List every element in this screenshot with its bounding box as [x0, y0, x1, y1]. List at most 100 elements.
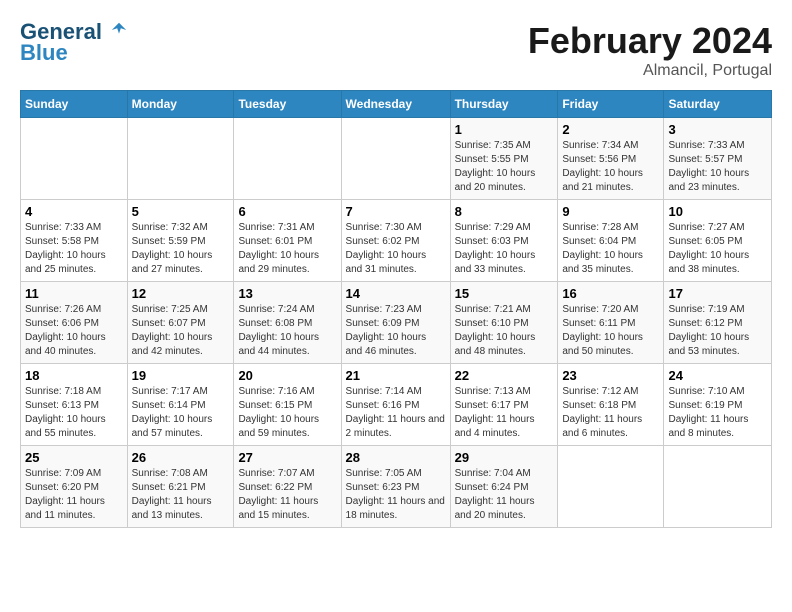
day-info: Sunrise: 7:08 AM Sunset: 6:21 PM Dayligh… [132, 467, 230, 523]
day-number: 8 [455, 204, 554, 219]
day-info: Sunrise: 7:34 AM Sunset: 5:56 PM Dayligh… [562, 139, 659, 195]
calendar-cell: 4 Sunrise: 7:33 AM Sunset: 5:58 PM Daylig… [21, 200, 128, 282]
day-number: 22 [455, 368, 554, 383]
calendar-cell [234, 118, 341, 200]
day-info: Sunrise: 7:32 AM Sunset: 5:59 PM Dayligh… [132, 221, 230, 277]
calendar-cell: 18 Sunrise: 7:18 AM Sunset: 6:13 PM Dayli… [21, 364, 128, 446]
day-info: Sunrise: 7:14 AM Sunset: 6:16 PM Dayligh… [346, 385, 446, 441]
calendar-table: SundayMondayTuesdayWednesdayThursdayFrid… [20, 90, 772, 528]
calendar-cell: 22 Sunrise: 7:13 AM Sunset: 6:17 PM Dayli… [450, 364, 558, 446]
calendar-cell: 9 Sunrise: 7:28 AM Sunset: 6:04 PM Daylig… [558, 200, 664, 282]
calendar-title: February 2024 [528, 20, 772, 62]
day-info: Sunrise: 7:05 AM Sunset: 6:23 PM Dayligh… [346, 467, 446, 523]
calendar-header-row: SundayMondayTuesdayWednesdayThursdayFrid… [21, 91, 772, 118]
calendar-cell: 19Sunrise: 7:17 AM Sunset: 6:14 PM Dayli… [127, 364, 234, 446]
calendar-cell: 23Sunrise: 7:12 AM Sunset: 6:18 PM Dayli… [558, 364, 664, 446]
calendar-week-1: 1 Sunrise: 7:35 AM Sunset: 5:55 PM Daylig… [21, 118, 772, 200]
calendar-cell: 28 Sunrise: 7:05 AM Sunset: 6:23 PM Dayli… [341, 446, 450, 528]
day-number: 7 [346, 204, 446, 219]
day-number: 24 [668, 368, 767, 383]
day-number: 10 [668, 204, 767, 219]
day-number: 29 [455, 450, 554, 465]
calendar-cell: 29 Sunrise: 7:04 AM Sunset: 6:24 PM Dayli… [450, 446, 558, 528]
day-number: 1 [455, 122, 554, 137]
day-info: Sunrise: 7:21 AM Sunset: 6:10 PM Dayligh… [455, 303, 554, 359]
day-number: 21 [346, 368, 446, 383]
day-number: 15 [455, 286, 554, 301]
day-info: Sunrise: 7:27 AM Sunset: 6:05 PM Dayligh… [668, 221, 767, 277]
day-number: 5 [132, 204, 230, 219]
day-info: Sunrise: 7:18 AM Sunset: 6:13 PM Dayligh… [25, 385, 123, 441]
calendar-cell: 25 Sunrise: 7:09 AM Sunset: 6:20 PM Dayli… [21, 446, 128, 528]
day-number: 18 [25, 368, 123, 383]
day-number: 13 [238, 286, 336, 301]
day-number: 3 [668, 122, 767, 137]
day-info: Sunrise: 7:26 AM Sunset: 6:06 PM Dayligh… [25, 303, 123, 359]
day-number: 9 [562, 204, 659, 219]
calendar-cell: 21 Sunrise: 7:14 AM Sunset: 6:16 PM Dayli… [341, 364, 450, 446]
day-number: 12 [132, 286, 230, 301]
calendar-cell: 20Sunrise: 7:16 AM Sunset: 6:15 PM Dayli… [234, 364, 341, 446]
day-info: Sunrise: 7:04 AM Sunset: 6:24 PM Dayligh… [455, 467, 554, 523]
day-info: Sunrise: 7:25 AM Sunset: 6:07 PM Dayligh… [132, 303, 230, 359]
calendar-cell: 6Sunrise: 7:31 AM Sunset: 6:01 PM Daylig… [234, 200, 341, 282]
calendar-cell: 13 Sunrise: 7:24 AM Sunset: 6:08 PM Dayli… [234, 282, 341, 364]
title-block: February 2024 Almancil, Portugal [528, 20, 772, 80]
calendar-cell: 16 Sunrise: 7:20 AM Sunset: 6:11 PM Dayli… [558, 282, 664, 364]
calendar-week-4: 18 Sunrise: 7:18 AM Sunset: 6:13 PM Dayli… [21, 364, 772, 446]
day-number: 16 [562, 286, 659, 301]
calendar-cell: 8 Sunrise: 7:29 AM Sunset: 6:03 PM Daylig… [450, 200, 558, 282]
day-info: Sunrise: 7:35 AM Sunset: 5:55 PM Dayligh… [455, 139, 554, 195]
day-info: Sunrise: 7:20 AM Sunset: 6:11 PM Dayligh… [562, 303, 659, 359]
calendar-cell: 17Sunrise: 7:19 AM Sunset: 6:12 PM Dayli… [664, 282, 772, 364]
day-number: 28 [346, 450, 446, 465]
day-info: Sunrise: 7:10 AM Sunset: 6:19 PM Dayligh… [668, 385, 767, 441]
day-number: 11 [25, 286, 123, 301]
day-number: 17 [668, 286, 767, 301]
header-day-tuesday: Tuesday [234, 91, 341, 118]
logo-bird-icon [110, 21, 128, 39]
day-number: 4 [25, 204, 123, 219]
calendar-cell: 27 Sunrise: 7:07 AM Sunset: 6:22 PM Dayli… [234, 446, 341, 528]
page-header: General Blue February 2024 Almancil, Por… [20, 20, 772, 80]
day-info: Sunrise: 7:31 AM Sunset: 6:01 PM Dayligh… [238, 221, 336, 277]
day-info: Sunrise: 7:24 AM Sunset: 6:08 PM Dayligh… [238, 303, 336, 359]
calendar-cell: 24 Sunrise: 7:10 AM Sunset: 6:19 PM Dayli… [664, 364, 772, 446]
calendar-cell: 10 Sunrise: 7:27 AM Sunset: 6:05 PM Dayli… [664, 200, 772, 282]
day-info: Sunrise: 7:09 AM Sunset: 6:20 PM Dayligh… [25, 467, 123, 523]
calendar-week-2: 4 Sunrise: 7:33 AM Sunset: 5:58 PM Daylig… [21, 200, 772, 282]
header-day-sunday: Sunday [21, 91, 128, 118]
day-info: Sunrise: 7:29 AM Sunset: 6:03 PM Dayligh… [455, 221, 554, 277]
calendar-cell: 15 Sunrise: 7:21 AM Sunset: 6:10 PM Dayli… [450, 282, 558, 364]
day-number: 26 [132, 450, 230, 465]
day-number: 27 [238, 450, 336, 465]
day-number: 20 [238, 368, 336, 383]
calendar-cell: 11 Sunrise: 7:26 AM Sunset: 6:06 PM Dayli… [21, 282, 128, 364]
day-info: Sunrise: 7:23 AM Sunset: 6:09 PM Dayligh… [346, 303, 446, 359]
calendar-cell [21, 118, 128, 200]
header-day-monday: Monday [127, 91, 234, 118]
day-info: Sunrise: 7:33 AM Sunset: 5:58 PM Dayligh… [25, 221, 123, 277]
calendar-cell: 14 Sunrise: 7:23 AM Sunset: 6:09 PM Dayli… [341, 282, 450, 364]
header-day-saturday: Saturday [664, 91, 772, 118]
calendar-cell: 2 Sunrise: 7:34 AM Sunset: 5:56 PM Daylig… [558, 118, 664, 200]
day-info: Sunrise: 7:28 AM Sunset: 6:04 PM Dayligh… [562, 221, 659, 277]
day-number: 25 [25, 450, 123, 465]
calendar-cell: 7Sunrise: 7:30 AM Sunset: 6:02 PM Daylig… [341, 200, 450, 282]
header-day-thursday: Thursday [450, 91, 558, 118]
logo: General Blue [20, 20, 128, 66]
calendar-cell: 3 Sunrise: 7:33 AM Sunset: 5:57 PM Daylig… [664, 118, 772, 200]
day-info: Sunrise: 7:17 AM Sunset: 6:14 PM Dayligh… [132, 385, 230, 441]
calendar-cell: 5 Sunrise: 7:32 AM Sunset: 5:59 PM Daylig… [127, 200, 234, 282]
day-info: Sunrise: 7:33 AM Sunset: 5:57 PM Dayligh… [668, 139, 767, 195]
calendar-cell [341, 118, 450, 200]
header-day-wednesday: Wednesday [341, 91, 450, 118]
day-info: Sunrise: 7:12 AM Sunset: 6:18 PM Dayligh… [562, 385, 659, 441]
day-number: 14 [346, 286, 446, 301]
day-info: Sunrise: 7:13 AM Sunset: 6:17 PM Dayligh… [455, 385, 554, 441]
day-number: 2 [562, 122, 659, 137]
calendar-subtitle: Almancil, Portugal [528, 62, 772, 80]
calendar-cell: 12 Sunrise: 7:25 AM Sunset: 6:07 PM Dayli… [127, 282, 234, 364]
day-info: Sunrise: 7:07 AM Sunset: 6:22 PM Dayligh… [238, 467, 336, 523]
calendar-week-5: 25 Sunrise: 7:09 AM Sunset: 6:20 PM Dayli… [21, 446, 772, 528]
